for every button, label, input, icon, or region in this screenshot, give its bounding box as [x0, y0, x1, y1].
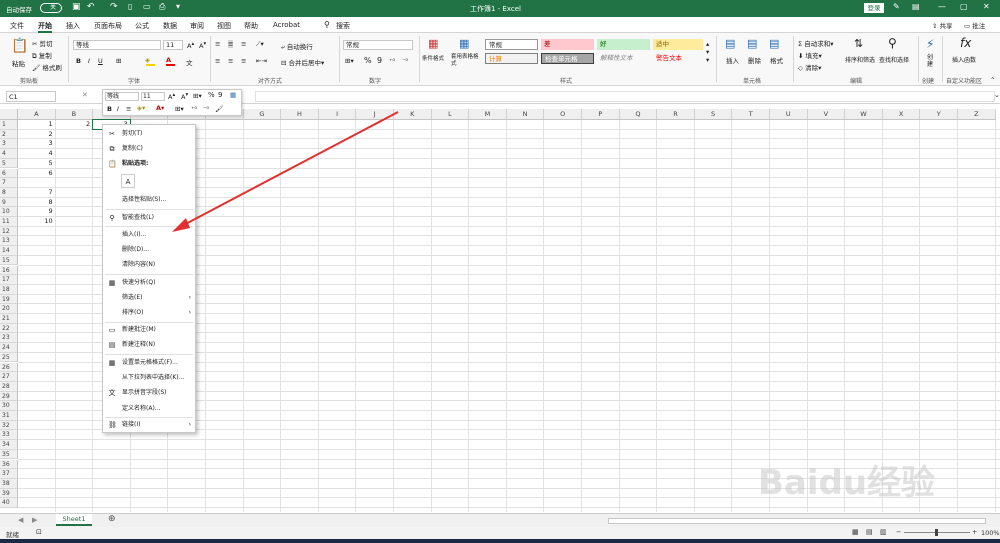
zoom-out-icon[interactable]: − — [896, 528, 901, 536]
zoom-thumb[interactable] — [935, 529, 938, 536]
taskbar — [0, 539, 1000, 543]
sheet-tab-bar: ◀ ▶ Sheet1 ⊕ — [0, 513, 1000, 527]
zoom-in-icon[interactable]: + — [972, 528, 977, 536]
add-sheet-icon[interactable]: ⊕ — [108, 514, 116, 524]
horizontal-scrollbar[interactable] — [608, 518, 986, 524]
prev-sheet-icon[interactable]: ◀ — [18, 516, 23, 524]
accessibility-icon[interactable]: ⊡ — [36, 528, 42, 536]
watermark: Baidu经验 — [758, 463, 936, 503]
normal-view-icon[interactable]: ▦ — [852, 528, 859, 536]
page-layout-view-icon[interactable]: ▤ — [866, 528, 873, 536]
zoom-level[interactable]: 100% — [981, 529, 1000, 537]
page-break-view-icon[interactable]: ▥ — [880, 528, 887, 536]
next-sheet-icon[interactable]: ▶ — [32, 516, 37, 524]
status-bar: 就绪 ⊡ ▦ ▤ ▥ − + 100% — [0, 527, 1000, 539]
sheet-tab[interactable]: Sheet1 — [56, 514, 92, 526]
status-ready: 就绪 — [6, 531, 19, 539]
